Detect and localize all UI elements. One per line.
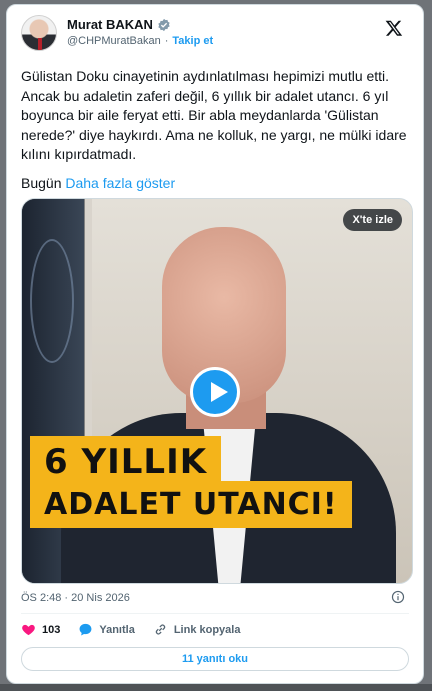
like-button[interactable]: 103 xyxy=(21,622,60,637)
reply-icon xyxy=(79,623,92,636)
video-media[interactable]: 6 YILLIK ADALET UTANCI! X'te izle xyxy=(21,198,413,584)
show-more-link[interactable]: Daha fazla göster xyxy=(65,175,175,191)
tweet-when: Bugün xyxy=(21,175,62,191)
link-icon xyxy=(155,624,166,635)
tweet-when-row: Bugün Daha fazla göster xyxy=(21,175,175,191)
play-icon[interactable] xyxy=(190,367,240,417)
x-logo-icon[interactable] xyxy=(385,19,403,37)
follow-button[interactable]: Takip et xyxy=(172,35,213,47)
author-avatar[interactable] xyxy=(21,15,57,51)
read-replies-button[interactable]: 11 yanıtı oku xyxy=(21,647,409,671)
handle-row: @CHPMuratBakan · Takip et xyxy=(67,35,213,47)
author-name[interactable]: Murat BAKAN xyxy=(67,17,153,32)
reply-label: Yanıtla xyxy=(99,623,135,636)
separator-dot: · xyxy=(164,35,169,47)
heart-icon xyxy=(22,624,35,636)
verified-badge-icon xyxy=(158,18,170,31)
tweet-timestamp[interactable]: ÖS 2:48 · 20 Nis 2026 xyxy=(21,592,130,604)
divider xyxy=(21,613,409,614)
reply-button[interactable]: Yanıtla xyxy=(78,622,135,637)
copy-link-button[interactable]: Link kopyala xyxy=(153,622,241,637)
tweet-actions: 103 Yanıtla Link kopyala xyxy=(21,622,240,637)
page-bottom-strip xyxy=(0,684,432,691)
embedded-tweet-card: Murat BAKAN @CHPMuratBakan · Takip et Gü… xyxy=(6,4,424,684)
tweet-text: Gülistan Doku cinayetinin aydınlatılması… xyxy=(21,68,407,162)
author-name-row: Murat BAKAN xyxy=(67,17,171,32)
copy-link-label: Link kopyala xyxy=(173,623,241,636)
watch-on-x-button[interactable]: X'te izle xyxy=(343,209,402,231)
info-icon[interactable] xyxy=(391,590,405,604)
like-count: 103 xyxy=(42,623,61,636)
video-banner-line2: ADALET UTANCI! xyxy=(30,481,352,528)
tweet-header: Murat BAKAN @CHPMuratBakan · Takip et xyxy=(21,15,409,59)
author-handle[interactable]: @CHPMuratBakan xyxy=(67,35,161,47)
